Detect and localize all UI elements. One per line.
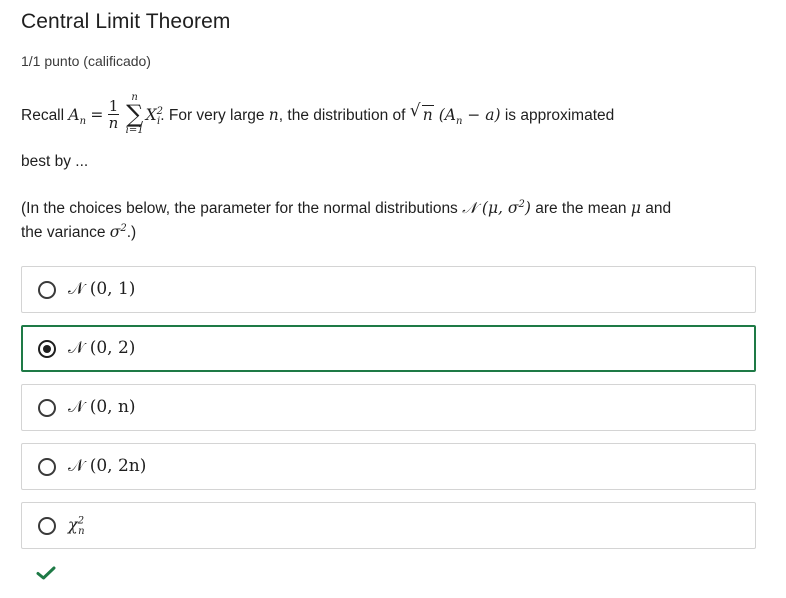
option-chi-squared[interactable]: χ2n: [21, 502, 756, 549]
option-label: 𝒩 (0, 2n): [68, 456, 147, 476]
question-text-line-1: Recall An = 1n n ∑ i=1 X2i. For very large …: [21, 92, 615, 138]
question-text-line-4: the variance σ2.): [21, 222, 137, 241]
radio-button[interactable]: [38, 399, 56, 417]
radio-button[interactable]: [38, 281, 56, 299]
mu-symbol: μ: [630, 199, 641, 217]
formula-a: An: [68, 106, 87, 128]
radio-dot-icon: [43, 345, 51, 353]
option-label: χ2n: [68, 515, 85, 538]
radio-button-selected[interactable]: [38, 340, 56, 358]
formula-x: X2i: [145, 105, 164, 128]
formula-fraction: 1n: [107, 96, 120, 132]
option-n-0-1[interactable]: 𝒩 (0, 1): [21, 266, 756, 313]
question-title: Central Limit Theorem: [21, 10, 231, 33]
text-distribution-of: , the distribution of: [278, 107, 406, 125]
formula-an-minus-a: (An − a): [438, 106, 501, 128]
score-label: 1/1 punto (calificado): [21, 53, 151, 69]
equals-sign: =: [90, 106, 104, 125]
text-is-approximated: is approximated: [504, 107, 615, 125]
recall-text: Recall: [21, 107, 65, 125]
option-n-0-2[interactable]: 𝒩 (0, 2): [21, 325, 756, 372]
question-text-line-3: (In the choices below, the parameter for…: [21, 198, 672, 217]
formula-period: .: [160, 107, 165, 125]
question-text-line-2: best by ...: [21, 153, 89, 170]
option-label: 𝒩 (0, 2): [68, 338, 136, 358]
option-n-0-n[interactable]: 𝒩 (0, n): [21, 384, 756, 431]
option-label: 𝒩 (0, 1): [68, 279, 136, 299]
option-n-0-2n[interactable]: 𝒩 (0, 2n): [21, 443, 756, 490]
checkmark-icon: [36, 566, 56, 580]
radio-button[interactable]: [38, 458, 56, 476]
option-label: 𝒩 (0, n): [68, 397, 136, 417]
formula-sum: n ∑ i=1: [125, 92, 144, 136]
sigma-symbol: σ2: [109, 222, 127, 241]
var-n: n: [268, 106, 279, 125]
formula-mu-sigma: (μ, σ2): [476, 198, 531, 217]
normal-dist-symbol: 𝒩: [462, 199, 477, 217]
radio-button[interactable]: [38, 517, 56, 535]
text-for-very-large: For very large: [168, 107, 265, 125]
formula-sqrt: √ n: [409, 101, 434, 125]
